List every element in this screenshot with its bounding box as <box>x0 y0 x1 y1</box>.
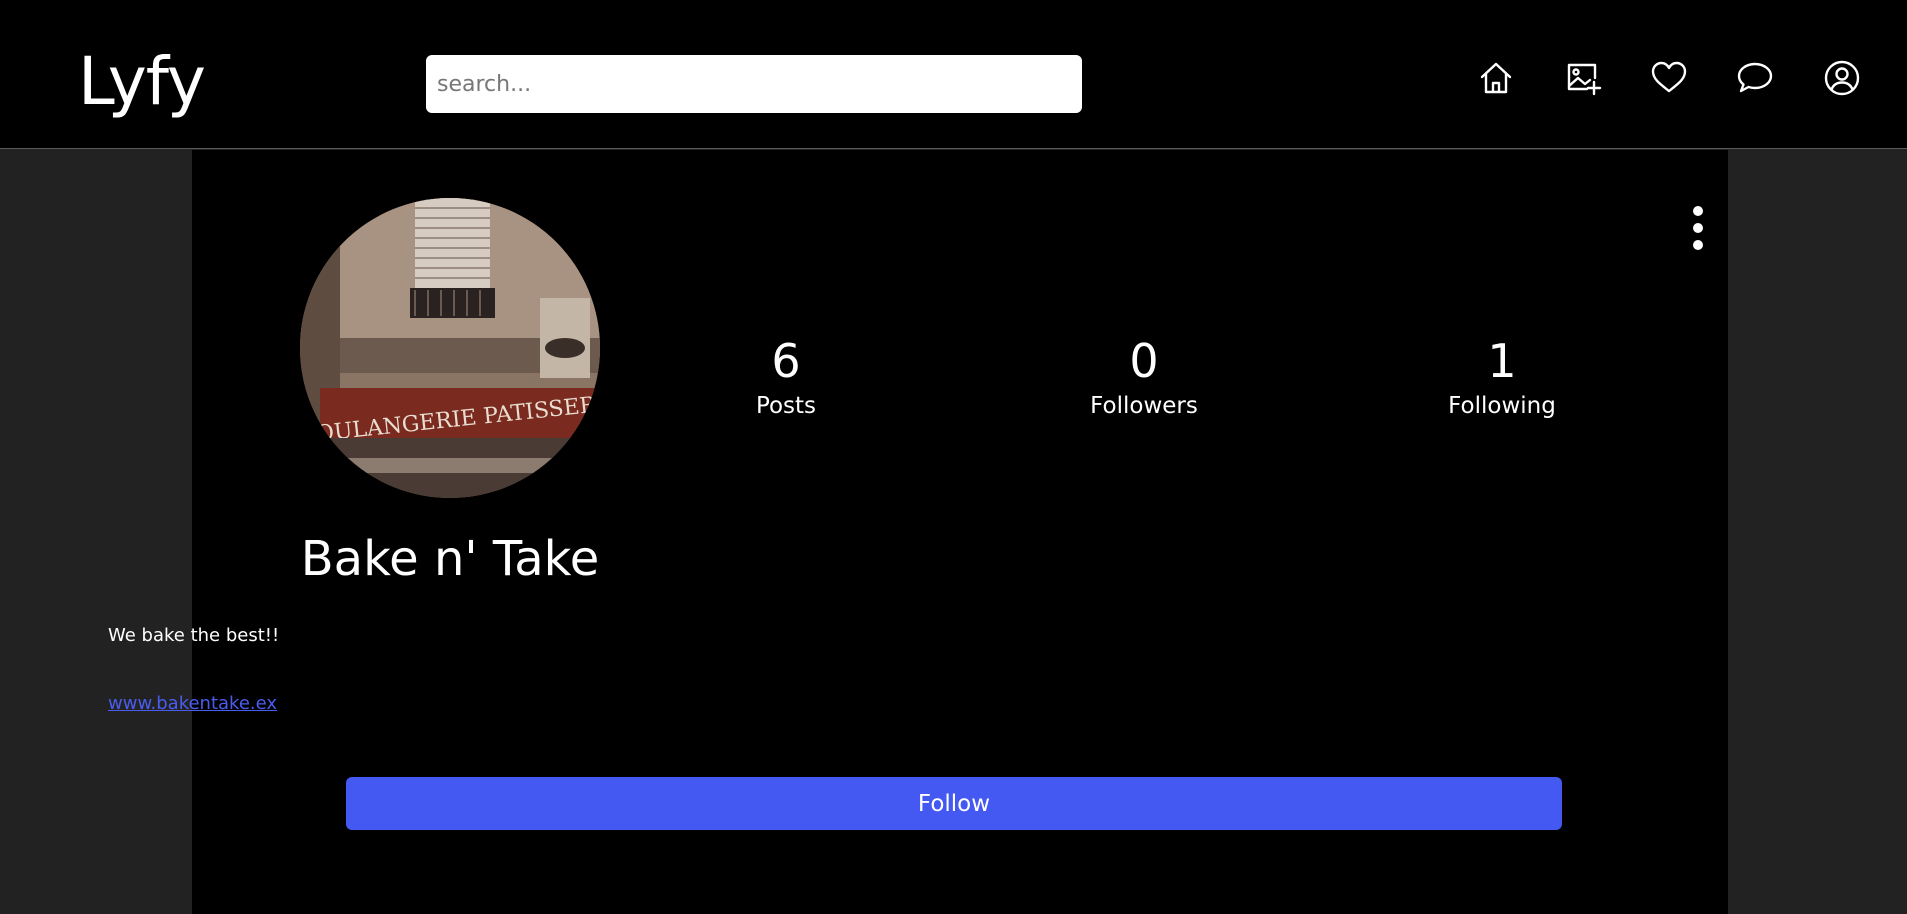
heart-icon[interactable] <box>1649 58 1689 98</box>
stat-posts[interactable]: 6 Posts <box>666 333 906 423</box>
stat-following[interactable]: 1 Following <box>1382 333 1622 423</box>
follow-button[interactable]: Follow <box>346 777 1562 830</box>
top-navbar: Lyfy <box>0 0 1907 149</box>
home-icon[interactable] <box>1476 58 1516 98</box>
stat-followers[interactable]: 0 Followers <box>1024 333 1264 423</box>
posts-count: 6 <box>771 334 801 388</box>
more-options-icon[interactable] <box>1688 206 1708 250</box>
following-count: 1 <box>1487 334 1517 388</box>
app-logo[interactable]: Lyfy <box>78 38 206 126</box>
add-image-icon[interactable] <box>1563 58 1603 98</box>
profile-name: Bake n' Take <box>300 531 600 587</box>
chat-bubble-icon[interactable] <box>1735 58 1775 98</box>
posts-label: Posts <box>755 393 817 419</box>
followers-count: 0 <box>1129 334 1159 388</box>
search-input[interactable] <box>426 55 1082 113</box>
user-profile-icon[interactable] <box>1822 58 1862 98</box>
profile-avatar[interactable]: BOULANGERIE PATISSERIE <box>300 198 600 498</box>
following-label: Following <box>1448 393 1556 419</box>
followers-label: Followers <box>1090 393 1198 419</box>
profile-bio: We bake the best!! <box>108 625 280 646</box>
profile-website-link[interactable]: www.bakentake.ex <box>108 692 277 716</box>
